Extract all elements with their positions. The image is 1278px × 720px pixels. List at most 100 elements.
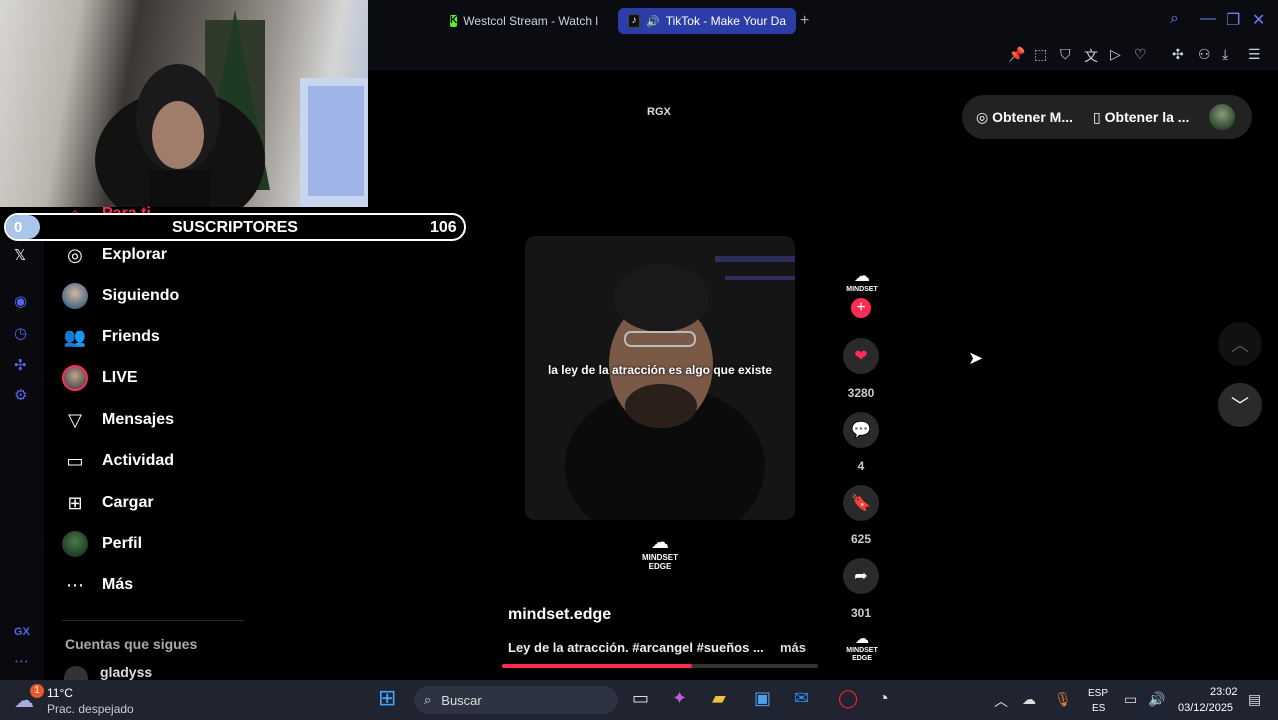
video-player[interactable]: la ley de la atracción es algo que exist… (525, 236, 795, 520)
get-desktop-app-button[interactable]: ◎ Obtener M... (976, 109, 1073, 126)
keyboard-layout[interactable]: ES (1092, 703, 1105, 714)
next-creator-badge[interactable]: ☁ MINDSET EDGE (842, 630, 882, 663)
play-icon[interactable]: ▷ (1110, 46, 1121, 63)
more-dots-icon[interactable]: ⋯ (14, 652, 29, 670)
clock-date[interactable]: 03/12/2025 (1178, 702, 1233, 714)
friends-icon: 👥 (63, 326, 87, 347)
like-button[interactable]: ❤ (843, 338, 879, 374)
pin-icon[interactable]: 📌 (1008, 46, 1025, 63)
like-count: 3280 (847, 386, 875, 400)
weather-desc: Prac. despejado (47, 702, 134, 716)
browser-toolbar: 📌 ⬚ ⛉ 文 ▷ ♡ ✣ ⚇ ⤓ ☰ (368, 42, 1278, 70)
following-item[interactable]: gladyss (100, 664, 152, 680)
share-button[interactable]: ➦ (843, 558, 879, 594)
snapshot-icon[interactable]: ⬚ (1034, 46, 1047, 63)
clock-time[interactable]: 23:02 (1210, 686, 1238, 698)
kick-logo-icon: K (450, 15, 458, 27)
microphone-icon[interactable]: 🎙 (1054, 691, 1072, 708)
follow-plus-button[interactable]: + (851, 298, 871, 318)
tab-tiktok[interactable]: ♪ 🔊 TikTok - Make Your Da (618, 8, 796, 34)
task-view-icon[interactable]: ▭ (632, 688, 649, 709)
watermark-line-1: MINDSET (642, 553, 678, 562)
search-placeholder: Buscar (441, 692, 482, 708)
chevron-up-icon: ︿ (1231, 335, 1249, 355)
extensions-icon[interactable]: ✣ (1172, 46, 1184, 63)
close-icon[interactable]: ✕ (1252, 10, 1265, 30)
mouse-cursor-icon: ➤ (968, 348, 984, 368)
sidebar-item-label: Explorar (102, 246, 167, 263)
player-icon[interactable]: ◉ (14, 292, 27, 310)
more-icon: ⋯ (66, 574, 84, 595)
account-icon[interactable]: ⚇ (1198, 46, 1211, 63)
language-code[interactable]: ESP (1088, 688, 1108, 699)
sidebar-item-mensajes[interactable]: ▽ Mensajes (62, 405, 174, 435)
tab-westcol-stream[interactable]: K Westcol Stream - Watch l (440, 8, 608, 34)
new-tab-button[interactable]: + (800, 12, 809, 30)
notifications-icon[interactable]: ▤ (1248, 691, 1261, 708)
comment-count: 4 (857, 459, 865, 473)
phone-icon: ▯ (1093, 108, 1101, 125)
profile-avatar[interactable] (1209, 104, 1236, 130)
windows-start-icon[interactable]: ⊞ (378, 685, 396, 711)
heart-outline-icon[interactable]: ♡ (1134, 46, 1147, 63)
tray-expand-icon[interactable]: ︿ (994, 691, 1008, 711)
live-icon (62, 365, 88, 391)
sidebar-item-explorar[interactable]: ◎ Explorar (62, 240, 167, 270)
send-icon: ▽ (68, 409, 82, 430)
sidebar-item-siguiendo[interactable]: Siguiendo (62, 281, 179, 311)
taskbar-search[interactable]: ⌕ Buscar (414, 686, 618, 714)
menu-icon[interactable]: ☰ (1248, 46, 1261, 63)
sidebar-item-friends[interactable]: 👥 Friends (62, 322, 160, 352)
next-video-button[interactable]: ﹀ (1218, 383, 1262, 427)
get-mobile-app-label: Obtener la ... (1104, 108, 1190, 125)
file-explorer-icon[interactable]: ▰ (712, 688, 726, 709)
sidebar-item-label: Más (102, 576, 134, 593)
search-tabs-icon[interactable]: ⌕ (1170, 10, 1179, 28)
minimize-icon[interactable]: — (1200, 10, 1216, 28)
video-username[interactable]: mindset.edge (508, 606, 611, 624)
share-arrow-icon: ➦ (854, 568, 868, 585)
previous-video-button[interactable]: ︿ (1218, 322, 1262, 366)
sidebar-item-cargar[interactable]: ⊞ Cargar (62, 488, 153, 518)
get-mobile-app-button[interactable]: ▯ Obtener la ... (1093, 109, 1189, 126)
sidebar-item-live[interactable]: LIVE (62, 363, 138, 393)
share-count: 301 (850, 606, 872, 620)
video-more-link[interactable]: más (780, 640, 806, 655)
profile-icon (62, 531, 88, 557)
download-icon[interactable]: ⤓ (1222, 46, 1228, 63)
gx-logo-icon[interactable]: GX (14, 626, 30, 638)
speaker-icon[interactable]: 🔊 (646, 15, 660, 28)
save-button[interactable]: 🔖 (843, 485, 879, 521)
settings-icon[interactable]: ⚙ (14, 386, 27, 404)
store-icon[interactable]: ▣ (754, 688, 771, 709)
video-progress-track[interactable] (502, 664, 818, 668)
comment-button[interactable]: 💬 (843, 412, 879, 448)
sidebar-item-actividad[interactable]: ▭ Actividad (62, 446, 174, 476)
opera-gx-icon[interactable]: ◔ (878, 688, 889, 709)
creator-avatar[interactable]: ☁ MINDSET (842, 266, 882, 293)
extensions-icon[interactable]: ✣ (14, 356, 27, 374)
outlook-icon[interactable]: ✉ (794, 688, 809, 709)
get-desktop-app-label: Obtener M... (992, 108, 1074, 125)
sidebar-item-label: Actividad (102, 452, 175, 469)
tab-label: TikTok - Make Your Da (665, 14, 786, 28)
history-icon[interactable]: ◷ (14, 324, 27, 342)
shield-icon[interactable]: ⛉ (1060, 46, 1071, 63)
upload-icon: ⊞ (67, 492, 83, 513)
network-icon[interactable]: ▭ (1124, 691, 1137, 708)
sidebar-item-mas[interactable]: ⋯ Más (62, 570, 133, 600)
sidebar-item-label: Siguiendo (102, 287, 180, 304)
copilot-icon[interactable]: ✦ (672, 688, 687, 709)
onedrive-icon[interactable]: ☁ (1022, 691, 1036, 708)
tiktok-logo-icon: ♪ (628, 14, 641, 28)
sidebar-item-perfil[interactable]: Perfil (62, 529, 142, 559)
brain-logo-icon: ☁ (651, 532, 669, 552)
x-twitter-icon[interactable]: 𝕏 (14, 246, 26, 264)
sidebar-item-label: Friends (102, 328, 160, 345)
maximize-icon[interactable]: ❐ (1226, 10, 1240, 30)
opera-icon[interactable]: ◯ (838, 688, 858, 709)
volume-icon[interactable]: 🔊 (1148, 691, 1165, 708)
save-count: 625 (850, 532, 872, 546)
activity-icon: ▭ (66, 450, 84, 471)
translate-icon[interactable]: 文 (1084, 46, 1098, 66)
